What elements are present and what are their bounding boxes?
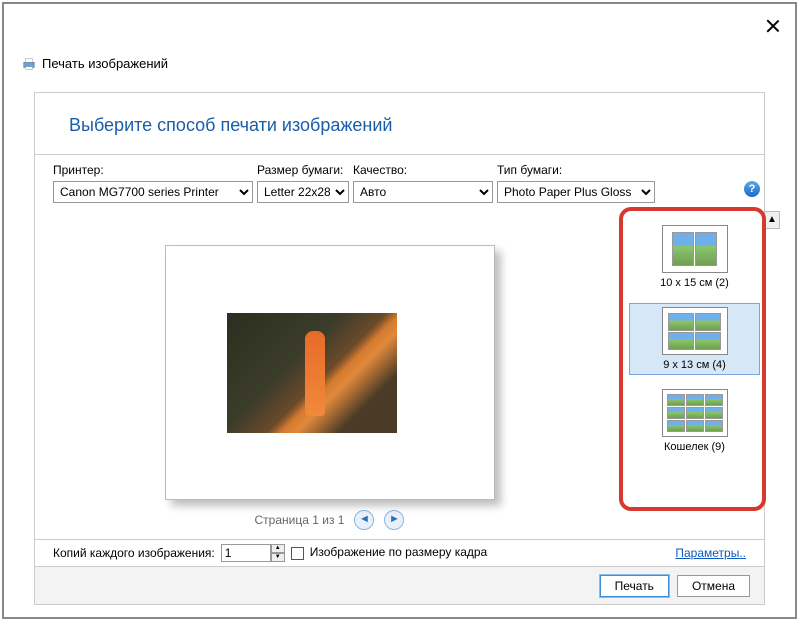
prev-page-button[interactable]: ◄ [354,510,374,530]
layout-option-10x15[interactable]: 10 x 15 см (2) [629,221,760,293]
titlebar [4,4,795,50]
layout-label: 9 x 13 см (4) [663,359,726,371]
action-bar: Печать Отмена [35,566,764,604]
preview-photo [227,313,397,433]
layout-label: Кошелек (9) [664,441,725,453]
dialog-title: Печать изображений [42,56,168,71]
close-icon[interactable] [765,18,781,34]
copies-spinner: ▲ ▼ [221,544,285,562]
copies-down-button[interactable]: ▼ [271,553,285,562]
paper-type-label: Тип бумаги: [497,163,655,177]
preview-pane: Страница 1 из 1 ◄ ► [35,213,624,562]
copies-label: Копий каждого изображения: [53,546,215,560]
cancel-button[interactable]: Отмена [677,575,750,597]
bottom-bar: Копий каждого изображения: ▲ ▼ Изображен… [35,539,764,566]
layout-option-9x13[interactable]: 9 x 13 см (4) [629,303,760,375]
fit-frame-checkbox[interactable] [291,547,304,560]
dialog-title-row: Печать изображений [22,56,168,71]
page-prompt: Выберите способ печати изображений [35,93,764,136]
layout-option-wallet[interactable]: Кошелек (9) [629,385,760,457]
printer-select[interactable]: Canon MG7700 series Printer [53,181,253,203]
paper-size-label: Размер бумаги: [257,163,349,177]
page-info-row: Страница 1 из 1 ◄ ► [255,510,405,530]
content-panel: Выберите способ печати изображений Принт… [34,92,765,605]
dialog-window: Печать изображений Выберите способ печат… [2,2,797,619]
print-button[interactable]: Печать [600,575,669,597]
quality-select[interactable]: Авто [353,181,493,203]
divider [35,154,764,155]
printer-icon [22,57,36,71]
copies-input[interactable] [221,544,271,562]
help-icon[interactable]: ? [744,181,760,197]
main-area: Страница 1 из 1 ◄ ► ▲ 10 x 15 см (2) 9 x… [35,213,764,562]
page-preview [165,245,495,500]
fit-frame-label: Изображение по размеру кадра [310,546,487,559]
options-link[interactable]: Параметры.. [675,546,746,560]
page-counter: Страница 1 из 1 [255,513,345,527]
controls-row: Принтер: Canon MG7700 series Printer Раз… [35,163,764,203]
scroll-up-button[interactable]: ▲ [764,211,780,229]
layout-label: 10 x 15 см (2) [660,277,729,289]
paper-size-select[interactable]: Letter 22x28 [257,181,349,203]
next-page-button[interactable]: ► [384,510,404,530]
paper-type-select[interactable]: Photo Paper Plus Gloss [497,181,655,203]
quality-label: Качество: [353,163,493,177]
printer-label: Принтер: [53,163,253,177]
copies-up-button[interactable]: ▲ [271,544,285,553]
layout-list: ▲ 10 x 15 см (2) 9 x 13 см (4) Кошелек (… [624,213,764,562]
